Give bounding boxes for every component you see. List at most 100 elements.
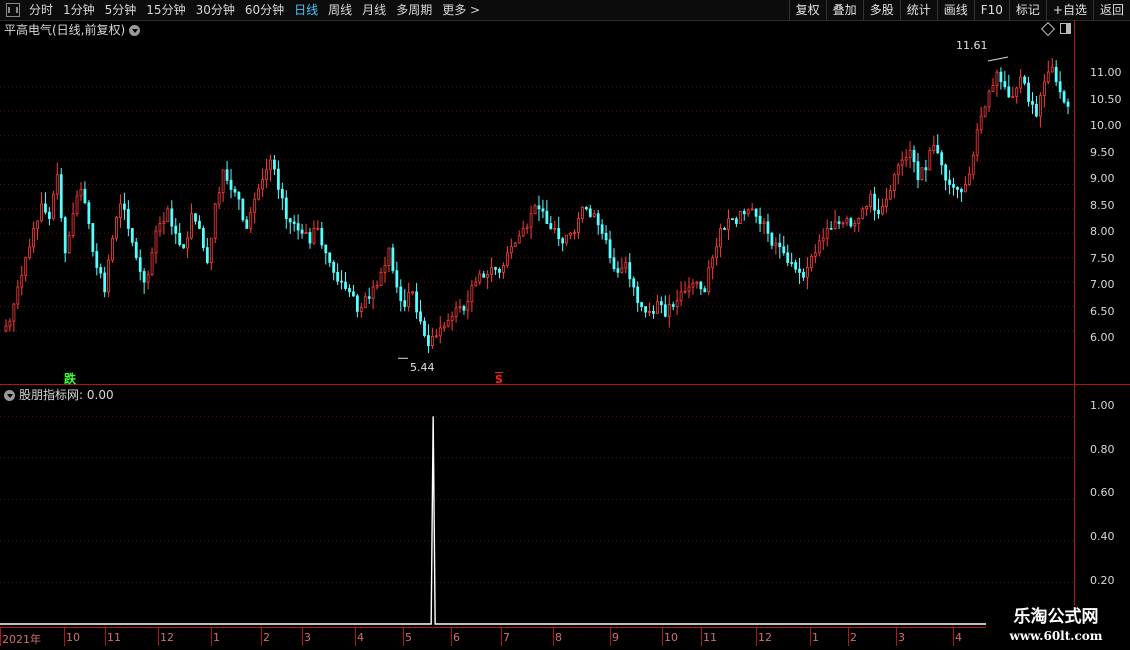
candle-body [308, 232, 312, 244]
candle-body [679, 291, 683, 302]
candle [569, 231, 572, 240]
candle-body [265, 169, 268, 180]
candle-body [434, 335, 438, 338]
candle-body [727, 218, 730, 230]
candle-body [1054, 66, 1058, 83]
candle [525, 223, 529, 234]
candle [750, 203, 754, 211]
candle-body [928, 150, 932, 171]
x-tick-label: 6 [453, 631, 460, 644]
candle-body [912, 149, 916, 163]
x-tick-label: 1 [812, 631, 819, 644]
candle [774, 236, 778, 255]
candle-body [794, 262, 798, 270]
candle-body [817, 240, 821, 254]
x-tick-label: 3 [898, 631, 905, 644]
candle [48, 207, 51, 226]
candle-body [87, 202, 91, 224]
candle [766, 213, 770, 242]
candle [742, 208, 746, 221]
candle-body [458, 306, 462, 309]
candle-body [900, 159, 904, 166]
candle [821, 228, 825, 251]
candle [438, 316, 442, 344]
candle [32, 221, 36, 253]
candle-body [723, 228, 726, 230]
x-tick-label: 2021年 [2, 633, 41, 646]
chevron-down-icon[interactable] [4, 389, 15, 401]
candle-body [363, 296, 367, 309]
candle [687, 277, 691, 299]
candle-body [316, 228, 320, 230]
candle-body [750, 208, 754, 211]
candle-body [561, 238, 565, 244]
candle [1066, 98, 1070, 115]
candle [316, 220, 320, 231]
candle [458, 299, 462, 313]
candle-body [55, 174, 59, 195]
candle [640, 301, 644, 312]
candle-body [67, 235, 71, 254]
indicator-pane-title: 股朋指标网 : 0.00 [0, 386, 114, 404]
candle [276, 160, 280, 199]
candle-body [809, 255, 813, 268]
candle-body [407, 292, 411, 307]
candle [679, 281, 683, 306]
candle-body [541, 208, 545, 212]
candle [967, 166, 971, 186]
candle [881, 198, 884, 216]
candle [758, 207, 762, 232]
y-tick: 7.50 [1090, 252, 1115, 265]
back-button[interactable]: 返回 [1092, 0, 1130, 20]
candle-body [466, 301, 470, 311]
candle [1007, 74, 1011, 98]
candle-body [553, 228, 557, 230]
candle-body [59, 174, 63, 219]
candle [363, 292, 367, 309]
pane-separator[interactable] [0, 384, 1130, 385]
x-tick-label: 10 [664, 631, 678, 644]
candle-body [577, 218, 580, 233]
candle-body [111, 237, 114, 261]
candle [115, 215, 118, 242]
candle [67, 231, 71, 254]
candle-body [241, 198, 245, 221]
candle-body [573, 232, 576, 234]
candle [861, 206, 865, 220]
candle [352, 284, 355, 297]
candle [217, 186, 221, 210]
x-tick-label: 1 [213, 631, 220, 644]
candle-body [1031, 101, 1034, 105]
candle-body [707, 267, 711, 293]
candle [885, 188, 888, 213]
candle [806, 257, 809, 290]
y-tick: 0.20 [1090, 574, 1115, 587]
candle-body [963, 184, 967, 193]
candle [170, 200, 174, 235]
candle [936, 134, 940, 154]
candle [924, 159, 928, 182]
candle-body [505, 252, 509, 266]
candle-body [770, 232, 774, 246]
candle-body [849, 218, 853, 227]
candle [427, 324, 430, 354]
x-tick-line [105, 628, 106, 646]
candle-body [391, 247, 395, 272]
candle [355, 293, 359, 318]
candle [695, 281, 699, 289]
x-tick-line [810, 628, 811, 646]
candle [4, 319, 8, 333]
candle-body [174, 225, 178, 234]
candle-body [178, 232, 182, 245]
candle [209, 237, 213, 271]
candle [12, 303, 16, 332]
candle-body [1015, 87, 1019, 97]
candle [411, 290, 415, 296]
candle-body [1062, 91, 1066, 103]
candle [948, 170, 951, 195]
candlestick-chart[interactable] [0, 0, 1074, 384]
candle-body [209, 237, 213, 263]
candle-body [490, 267, 493, 275]
candle-body [529, 213, 533, 228]
candle [683, 281, 687, 294]
